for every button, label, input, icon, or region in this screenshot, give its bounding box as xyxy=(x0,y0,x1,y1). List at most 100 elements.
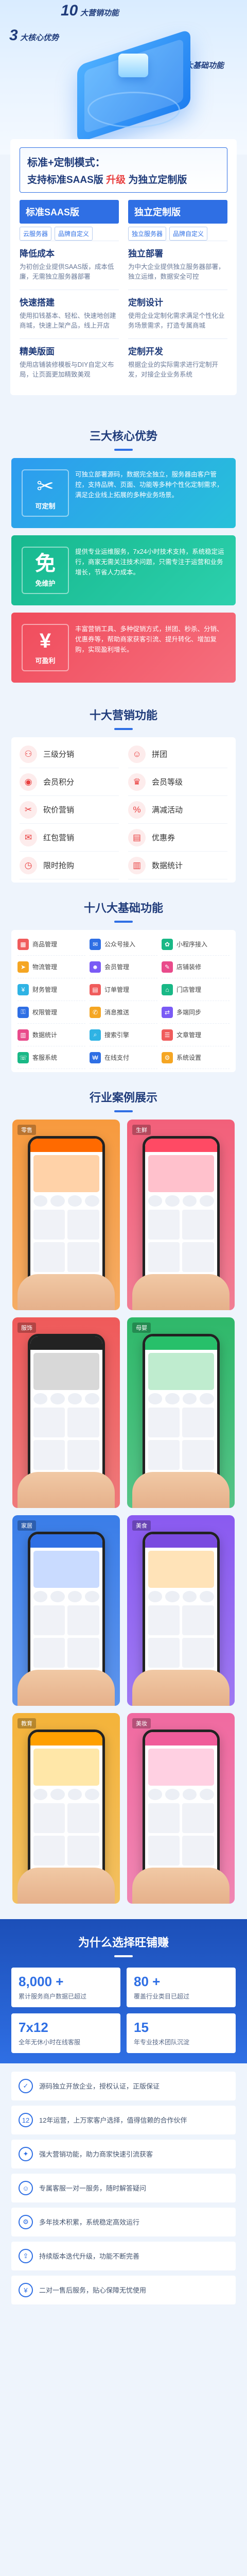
marketing-function-item[interactable]: ⚇ 三级分销 xyxy=(20,740,119,769)
category-icon xyxy=(165,1195,180,1207)
category-icon xyxy=(33,1195,47,1207)
basic-function-item[interactable]: ▤ 订单管理 xyxy=(90,978,157,1002)
case-tag: 家居 xyxy=(17,1520,36,1531)
section-title-core: 三大核心优势 xyxy=(0,411,247,458)
category-icon xyxy=(85,1789,99,1801)
basic-function-item[interactable]: ☻ 会员管理 xyxy=(90,956,157,979)
function-name: 会员等级 xyxy=(152,778,183,787)
basic-function-item[interactable]: ▦ 商品管理 xyxy=(17,933,85,956)
product-card xyxy=(148,1803,180,1834)
basic-function-item[interactable]: ☰ 文章管理 xyxy=(162,1024,230,1047)
category-icon xyxy=(182,1591,197,1603)
group-icon: ☺ xyxy=(128,745,146,763)
hero-text: 大基础功能 xyxy=(185,61,224,70)
basic-function-item[interactable]: ⌂ 门店管理 xyxy=(162,978,230,1002)
item-title: 定制开发 xyxy=(128,346,163,357)
case-card[interactable]: 美妆 xyxy=(127,1713,235,1904)
custom-pills: 独立服务器 品牌自定义 xyxy=(128,227,227,241)
basic-function-item[interactable]: ✎ 店铺装修 xyxy=(162,956,230,979)
case-card[interactable]: 零售 xyxy=(12,1120,120,1311)
marketing-function-item[interactable]: ☺ 拼团 xyxy=(128,740,227,769)
advantage-name: 可定制 xyxy=(35,502,56,510)
basic-function-grid: ▦ 商品管理 ✉ 公众号接入 ✿ 小程序接入 ➤ 物流管理 ☻ 会员管理 ✎ 店铺装修 ¥ 财务管理 ▤ 订单… xyxy=(11,930,236,1073)
function-icon: ☰ xyxy=(162,1029,173,1041)
marketing-function-item[interactable]: ✂ 砍价营销 xyxy=(20,796,119,824)
category-icon xyxy=(67,1195,82,1207)
reason-icon: ¥ xyxy=(19,2283,33,2298)
basic-function-item[interactable]: ₩ 在线支付 xyxy=(90,1046,157,1070)
hero-banner: 10 大营销功能 3 大核心优势 18 大基础功能 xyxy=(0,0,247,155)
marketing-function-item[interactable]: ✉ 红包营销 xyxy=(20,824,119,852)
case-card[interactable]: 家居 xyxy=(12,1515,120,1706)
basic-function-item[interactable]: ▥ 数据统计 xyxy=(17,1024,85,1047)
advantage-card-customizable: ✂ 可定制 可独立部署源码，数据完全独立，服务器由客户管控，支持品牌、页面、功能… xyxy=(11,458,236,529)
marketing-function-item[interactable]: ▤ 优惠券 xyxy=(128,824,227,852)
reason-item: ⇪ 持续版本迭代升级，功能不断完善 xyxy=(11,2242,236,2271)
function-name: 会员管理 xyxy=(104,963,130,971)
phone-icon-row xyxy=(30,1591,102,1603)
stat-number: 8,000 + xyxy=(19,1974,64,1990)
basic-function-item[interactable]: ➤ 物流管理 xyxy=(17,956,85,979)
phone-icon-row xyxy=(145,1393,217,1405)
case-tag: 服饰 xyxy=(17,1323,36,1333)
custom-item: 定制设计 使用企业定制化需求满足个性化业务场景需求，打造专属商城 xyxy=(128,289,227,338)
comparison-grid: 标准SAAS版 云服务器 品牌自定义 降低成本 为初创企业提供SAAS版，成本低… xyxy=(20,200,227,387)
function-name: 小程序接入 xyxy=(177,941,208,948)
saas-item: 快速搭建 使用扣钱基本、轻松、快速地创建商城，快速上架产品，线上开店 xyxy=(20,289,119,338)
advantage-icon-box: ✂ 可定制 xyxy=(22,469,69,517)
reason-text: 持续版本迭代升级，功能不断完善 xyxy=(39,2252,140,2260)
case-card[interactable]: 母婴 xyxy=(127,1317,235,1509)
basic-function-item[interactable]: ¥ 财务管理 xyxy=(17,978,85,1002)
function-name: 商品管理 xyxy=(32,941,58,948)
hero-text: 大营销功能 xyxy=(80,9,119,18)
custom-column: 独立定制版 独立服务器 品牌自定义 独立部署 为中大企业提供独立服务器部署，独立… xyxy=(128,200,227,387)
advantage-name: 免维护 xyxy=(35,579,56,587)
basic-function-item[interactable]: ⚙ 系统设置 xyxy=(162,1046,230,1070)
product-card xyxy=(148,1440,180,1470)
marketing-function-item[interactable]: ◷ 限时抢购 xyxy=(20,852,119,880)
phone-header xyxy=(30,1139,102,1153)
reason-text: 多年技术积累，系统稳定高效运行 xyxy=(39,2218,140,2226)
function-name: 多端同步 xyxy=(177,1009,202,1016)
product-card xyxy=(33,1408,65,1438)
phone-banner xyxy=(33,1551,99,1588)
stat-number: 15 xyxy=(134,2020,149,2036)
phone-banner xyxy=(148,1749,214,1786)
case-card[interactable]: 教育 xyxy=(12,1713,120,1904)
item-desc: 使用企业定制化需求满足个性化业务场景需求，打造专属商城 xyxy=(128,312,225,330)
case-card[interactable]: 美食 xyxy=(127,1515,235,1706)
function-icon: ✉ xyxy=(90,938,101,950)
basic-function-item[interactable]: ✆ 消息推送 xyxy=(90,1001,157,1024)
product-card xyxy=(148,1408,180,1438)
product-card xyxy=(33,1440,65,1470)
case-card[interactable]: 生鲜 xyxy=(127,1120,235,1311)
reason-item: ✦ 强大营销功能，助力商家快速引流获客 xyxy=(11,2140,236,2169)
basic-function-item[interactable]: ⚿ 权限管理 xyxy=(17,1001,85,1024)
marketing-function-item[interactable]: ▥ 数据统计 xyxy=(128,852,227,880)
basic-function-item[interactable]: ☏ 客服系统 xyxy=(17,1046,85,1070)
marketing-function-item[interactable]: % 满减活动 xyxy=(128,796,227,824)
phone-product-grid xyxy=(30,1602,102,1671)
basic-function-item[interactable]: ⇄ 多端同步 xyxy=(162,1001,230,1024)
case-card[interactable]: 服饰 xyxy=(12,1317,120,1509)
item-desc: 使用扣钱基本、轻松、快速地创建商城，快速上架产品，线上开店 xyxy=(20,312,116,330)
free-icon: 免 xyxy=(35,552,56,575)
basic-function-item[interactable]: ✿ 小程序接入 xyxy=(162,933,230,956)
marketing-function-item[interactable]: ♛ 会员等级 xyxy=(128,768,227,796)
product-card xyxy=(182,1210,214,1240)
phone-banner xyxy=(33,1155,99,1193)
item-title: 精美版面 xyxy=(20,346,55,357)
reason-text: 源码独立开放企业，授权认证，正版保证 xyxy=(39,2082,160,2090)
function-name: 订单管理 xyxy=(104,986,130,994)
phone-header xyxy=(145,1732,217,1746)
phone-product-grid xyxy=(145,1404,217,1473)
hand-illustration xyxy=(17,1472,115,1509)
product-card xyxy=(67,1440,99,1470)
marketing-function-item[interactable]: ◉ 会员积分 xyxy=(20,768,119,796)
page: 10 大营销功能 3 大核心优势 18 大基础功能 标准+定制模式： 支持标准S… xyxy=(0,0,247,2326)
product-card xyxy=(182,1408,214,1438)
basic-function-item[interactable]: ✉ 公众号接入 xyxy=(90,933,157,956)
item-title: 快速搭建 xyxy=(20,297,55,308)
basic-function-item[interactable]: ⌕ 搜索引擎 xyxy=(90,1024,157,1047)
reason-icon: ⇪ xyxy=(19,2249,33,2264)
